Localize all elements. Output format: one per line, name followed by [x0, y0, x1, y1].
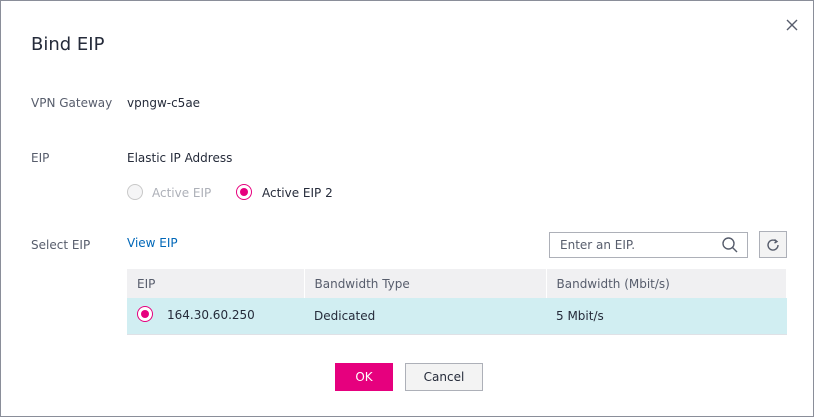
- refresh-button[interactable]: [759, 231, 787, 258]
- dialog-title: Bind EIP: [31, 34, 105, 55]
- select-eip-label: Select EIP: [31, 238, 91, 252]
- bandwidth-type-cell: Dedicated: [304, 298, 546, 335]
- bandwidth-cell: 5 Mbit/s: [546, 298, 787, 335]
- table-row[interactable]: 164.30.60.250 Dedicated 5 Mbit/s: [127, 298, 787, 335]
- eip-search-input[interactable]: [549, 232, 748, 258]
- eip-label: EIP: [31, 151, 50, 165]
- eip-table: EIP Bandwidth Type Bandwidth (Mbit/s) 16…: [127, 269, 787, 335]
- ok-button[interactable]: OK: [335, 363, 393, 391]
- active-eip-2-radio[interactable]: [236, 184, 252, 200]
- vpn-gateway-label: VPN Gateway: [31, 96, 113, 110]
- active-eip-2-radio-label[interactable]: Active EIP 2: [262, 186, 333, 200]
- vpn-gateway-value: vpngw-c5ae: [127, 96, 201, 110]
- bind-eip-dialog: Bind EIP VPN Gateway vpngw-c5ae EIP Elas…: [0, 0, 814, 417]
- active-eip-radio-label: Active EIP: [152, 186, 212, 200]
- search-icon[interactable]: [721, 236, 739, 254]
- column-header-bandwidth-type: Bandwidth Type: [304, 269, 547, 298]
- view-eip-link[interactable]: View EIP: [127, 236, 178, 250]
- eip-cell[interactable]: 164.30.60.250: [127, 298, 304, 335]
- eip-address: 164.30.60.250: [167, 308, 255, 323]
- refresh-icon: [767, 238, 779, 251]
- row-select-radio[interactable]: [137, 306, 153, 325]
- cancel-button[interactable]: Cancel: [405, 363, 483, 391]
- column-header-bandwidth: Bandwidth (Mbit/s): [546, 269, 787, 298]
- close-icon[interactable]: [783, 16, 801, 34]
- column-header-eip: EIP: [127, 269, 305, 298]
- eip-type-value: Elastic IP Address: [127, 151, 233, 165]
- table-header-row: EIP Bandwidth Type Bandwidth (Mbit/s): [127, 269, 787, 298]
- active-eip-radio: [127, 184, 143, 200]
